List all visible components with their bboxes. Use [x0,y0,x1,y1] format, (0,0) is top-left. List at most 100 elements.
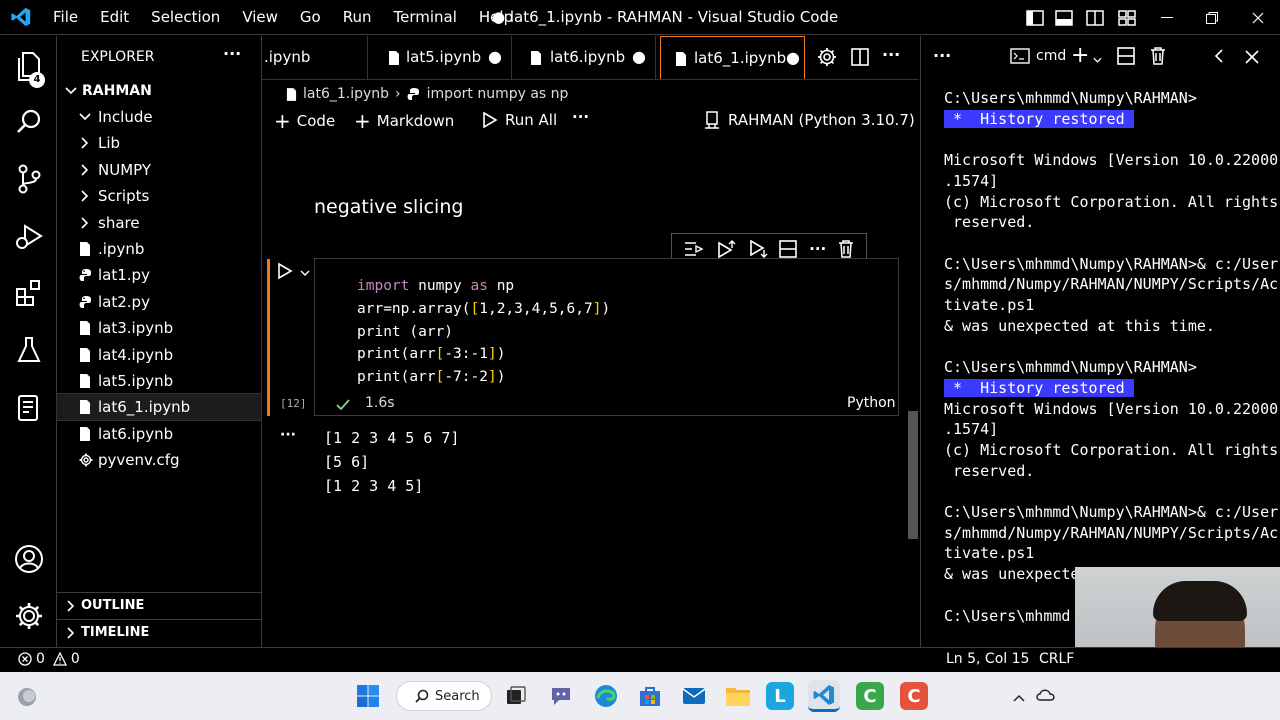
menu-go[interactable]: Go [289,0,332,35]
code-cell[interactable]: import numpy as np arr=np.array([1,2,3,4,… [314,258,899,416]
accounts-icon[interactable] [0,535,57,583]
taskbar-search-box[interactable]: Search [396,681,492,711]
code-editor[interactable]: import numpy as np arr=np.array([1,2,3,4,… [357,275,610,389]
jupyter-icon[interactable] [0,384,57,432]
cell-more-icon[interactable]: ··· [809,240,826,258]
tree-item-lib[interactable]: Lib [57,130,261,156]
tray-chevron-up-icon[interactable] [1012,688,1026,707]
manage-gear-icon[interactable] [0,592,57,640]
menu-file[interactable]: File [42,0,89,35]
explorer-more-button[interactable]: ··· [223,44,241,63]
add-markdown-cell-button[interactable]: + Markdown [354,111,454,131]
menu-run[interactable]: Run [332,0,383,35]
kill-terminal-trash-icon[interactable] [1150,47,1166,69]
chevron-left-icon[interactable] [1214,48,1224,68]
extensions-icon[interactable] [0,269,57,317]
toggle-panel-icon[interactable] [1047,0,1081,35]
cursor-position[interactable]: Ln 5, Col 15 [946,651,1029,667]
tree-item-lat6-ipynb[interactable]: lat6.ipynb [57,421,261,447]
markdown-cell[interactable]: negative slicing [314,196,463,218]
output-more-actions[interactable]: ··· [280,427,296,443]
search-activity-icon[interactable] [0,98,57,146]
tab-bar: .ipynb lat5.ipynb ● lat6.ipynb ● lat6_1.… [262,36,919,80]
tree-item-include[interactable]: Include [57,104,261,130]
unsaved-dot-icon[interactable]: ● [488,35,502,78]
unsaved-dot-icon[interactable]: ● [786,36,800,79]
breadcrumb-symbol[interactable]: import numpy as np [427,86,569,102]
root-folder-rahman[interactable]: RAHMAN [57,78,261,104]
toggle-secondary-sidebar-icon[interactable] [1078,0,1112,35]
tree-item-lat6-1-ipynb[interactable]: lat6_1.ipynb [56,393,262,422]
unsaved-dot-icon[interactable]: ● [632,35,646,78]
source-control-icon[interactable] [0,155,57,203]
tray-cloud-icon[interactable] [1035,686,1057,706]
terminal-profile-chevron-icon[interactable] [1092,50,1103,69]
cell-language[interactable]: Python [847,395,896,411]
menu-terminal[interactable]: Terminal [383,0,468,35]
editor-scrollbar[interactable] [908,411,918,539]
run-by-line-icon[interactable] [684,240,704,258]
execute-below-icon[interactable] [748,240,768,258]
task-view-icon[interactable] [500,680,532,712]
split-cell-icon[interactable] [779,240,798,258]
vscode-taskbar-icon[interactable] [808,680,840,712]
menu-selection[interactable]: Selection [140,0,231,35]
tree-item-lat4-ipynb[interactable]: lat4.ipynb [57,342,261,368]
notebook-settings-gear-icon[interactable] [817,47,837,71]
add-code-cell-button[interactable]: + Code [274,111,335,131]
delete-cell-icon[interactable] [838,240,854,258]
close-panel-icon[interactable] [1245,49,1259,68]
explorer-activity-icon[interactable]: 4 [0,42,57,90]
tree-item-lat1-py[interactable]: lat1.py [57,262,261,288]
app-l-icon[interactable]: L [766,682,794,710]
app-c-green-icon[interactable]: C [856,682,884,710]
mail-icon[interactable] [678,680,710,712]
toolbar-more-button[interactable]: ··· [572,108,589,126]
tree-item-numpy[interactable]: NUMPY [57,157,261,183]
tab-ipynb[interactable]: .ipynb [262,36,368,79]
terminal-shell-tab[interactable]: cmd [1010,48,1066,64]
tree-item-scripts[interactable]: Scripts [57,183,261,209]
terminal-views-more[interactable]: ··· [933,46,951,65]
customize-layout-icon[interactable] [1110,0,1144,35]
close-window-icon[interactable] [1241,0,1275,35]
problems-indicator[interactable]: 0 0 [18,651,80,667]
run-cell-play-icon[interactable] [277,262,293,284]
app-c-red-icon[interactable]: C [900,682,928,710]
start-windows-icon[interactable] [352,680,384,712]
notebook-file-icon [79,347,91,362]
menu-view[interactable]: View [231,0,289,35]
tree-item-lat5-ipynb[interactable]: lat5.ipynb [57,368,261,394]
weather-icon[interactable] [16,686,38,712]
run-debug-icon[interactable] [0,212,57,260]
tree-item-share[interactable]: share [57,210,261,236]
tab-lat6[interactable]: lat6.ipynb ● [512,36,656,79]
breadcrumb-file[interactable]: lat6_1.ipynb [303,86,389,102]
split-editor-icon[interactable] [850,47,870,71]
run-options-chevron-icon[interactable] [299,264,311,283]
microsoft-store-icon[interactable] [634,680,666,712]
editor-more-actions[interactable]: ··· [882,45,900,64]
timeline-section[interactable]: TIMELINE [57,619,261,645]
tree-item-ipynb[interactable]: .ipynb [57,236,261,262]
teams-chat-icon[interactable] [545,680,577,712]
run-all-button[interactable]: Run All [482,111,557,129]
tree-item-lat2-py[interactable]: lat2.py [57,289,261,315]
minimize-icon[interactable] [1150,0,1184,35]
tree-item-pyvenv-cfg[interactable]: pyvenv.cfg [57,447,261,473]
outline-section[interactable]: OUTLINE [57,592,261,618]
line-ending[interactable]: CRLF [1039,651,1074,667]
file-explorer-icon[interactable] [722,680,754,712]
tab-lat5[interactable]: lat5.ipynb ● [368,36,512,79]
tree-item-lat3-ipynb[interactable]: lat3.ipynb [57,315,261,341]
menu-edit[interactable]: Edit [89,0,140,35]
new-terminal-plus-icon[interactable]: + [1071,44,1089,68]
output-line: [1 2 3 4 5 6 7] [324,429,460,447]
edge-browser-icon[interactable] [590,680,622,712]
kernel-picker[interactable]: RAHMAN (Python 3.10.7) [704,111,915,129]
tab-lat6-1-active[interactable]: lat6_1.ipynb ● [660,36,805,79]
split-terminal-icon[interactable] [1117,47,1135,69]
execute-above-icon[interactable] [716,240,736,258]
restore-icon[interactable] [1195,0,1229,35]
testing-flask-icon[interactable] [0,326,57,374]
